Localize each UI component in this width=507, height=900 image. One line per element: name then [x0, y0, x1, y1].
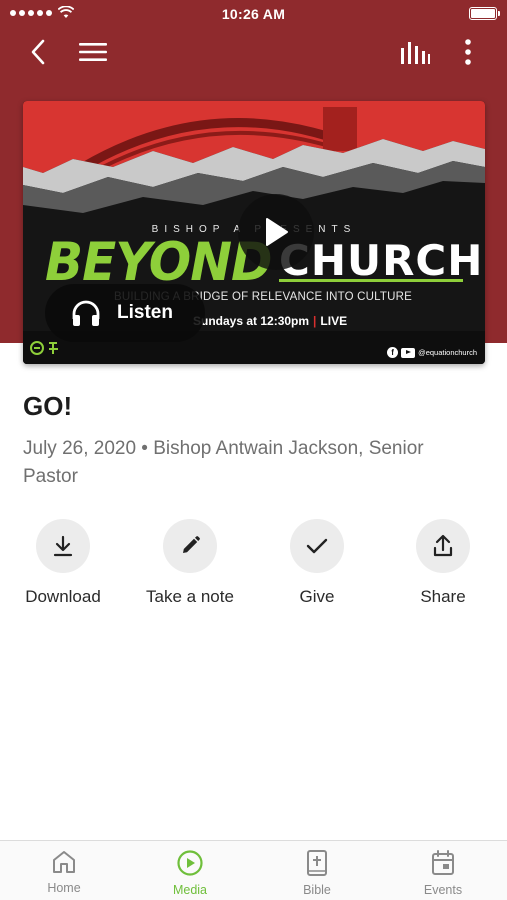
back-button[interactable] — [20, 34, 56, 70]
share-label: Share — [420, 587, 466, 606]
church-logo-icon — [30, 341, 58, 355]
share-icon — [433, 534, 453, 557]
youtube-icon — [401, 347, 416, 358]
nav-item-home[interactable]: Home — [14, 849, 114, 895]
nav-label-bible: Bible — [303, 883, 331, 897]
nav-item-media[interactable]: Media — [140, 849, 240, 897]
bottom-nav: Home Media Bible Events — [0, 840, 507, 900]
nav-item-events[interactable]: Events — [393, 849, 493, 897]
bible-icon — [307, 850, 327, 876]
give-button-circle[interactable] — [290, 519, 344, 573]
status-time: 10:26 AM — [221, 6, 286, 22]
nav-label-home: Home — [47, 881, 81, 895]
download-label: Download — [25, 587, 101, 606]
more-vertical-icon — [465, 39, 471, 65]
share-button-circle[interactable] — [416, 519, 470, 573]
headphones-icon — [72, 300, 100, 326]
listen-label: Listen — [117, 302, 173, 323]
take-note-label: Take a note — [146, 587, 234, 606]
play-button[interactable] — [238, 194, 314, 270]
artwork-social-handle: f @equationchurch — [387, 347, 477, 358]
take-note-button-circle[interactable] — [163, 519, 217, 573]
play-icon — [266, 218, 288, 246]
pencil-icon — [183, 536, 200, 553]
artwork-schedule: Sundays at 12:30pm | LIVE — [193, 314, 347, 328]
give-label: Give — [299, 587, 335, 606]
menu-button[interactable] — [75, 34, 111, 70]
nav-item-bible[interactable]: Bible — [267, 849, 367, 897]
artwork-schedule-live: LIVE — [320, 314, 348, 328]
chevron-left-icon — [31, 39, 45, 65]
hamburger-icon — [79, 43, 107, 61]
download-button-circle[interactable] — [36, 519, 90, 573]
artwork-schedule-separator: | — [313, 314, 317, 328]
play-circle-icon — [177, 850, 203, 876]
download-button[interactable]: Download — [3, 519, 123, 607]
battery-icon — [469, 7, 500, 20]
nav-label-events: Events — [423, 883, 463, 897]
checkmark-icon — [306, 538, 328, 554]
status-bar: 10:26 AM — [0, 0, 507, 28]
calendar-icon — [432, 850, 454, 875]
sermon-meta: July 26, 2020 • Bishop Antwain Jackson, … — [23, 438, 424, 487]
download-icon — [53, 535, 73, 557]
sermon-artwork: BISHOP A PRESENTS BEYOND CHURCH BUILDING… — [23, 101, 485, 364]
take-note-button[interactable]: Take a note — [130, 519, 250, 607]
artwork-underline — [279, 279, 463, 282]
listen-button[interactable]: Listen — [45, 284, 205, 342]
facebook-icon: f — [387, 347, 399, 358]
more-options-button[interactable] — [450, 34, 486, 70]
equalizer-icon — [401, 42, 430, 64]
home-icon — [53, 851, 75, 873]
share-button[interactable]: Share — [383, 519, 503, 607]
artwork-handle-text: @equationchurch — [418, 348, 477, 357]
give-button[interactable]: Give — [257, 519, 377, 607]
sermon-title: GO! — [23, 391, 73, 421]
action-row: Download Take a note Give Share — [0, 519, 507, 619]
nav-label-media: Media — [172, 883, 208, 897]
artwork-schedule-time: Sundays at 12:30pm — [193, 314, 310, 328]
equalizer-button[interactable] — [397, 34, 433, 70]
